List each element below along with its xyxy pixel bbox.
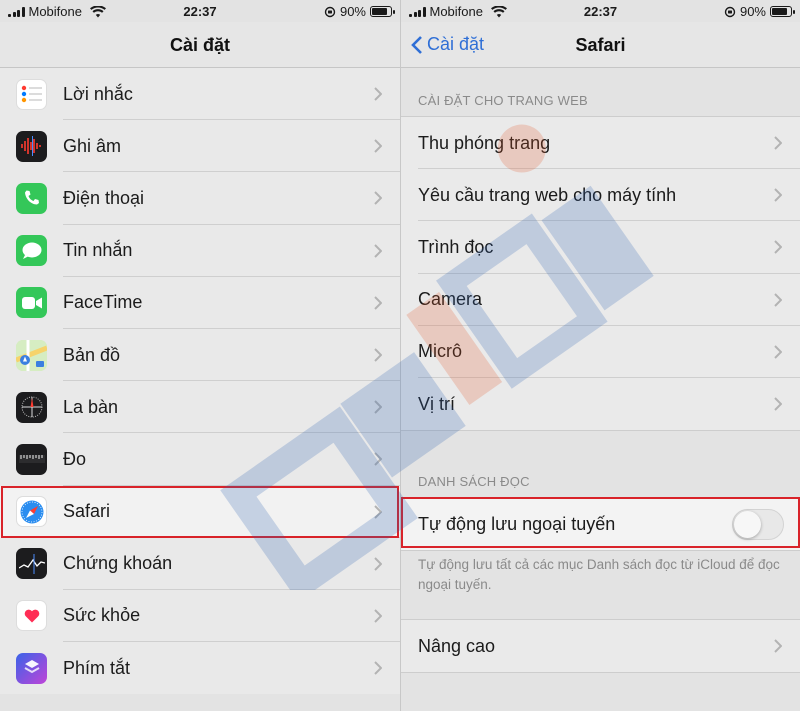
settings-item-phone[interactable]: Điện thoại	[0, 172, 400, 225]
setting-reader[interactable]: Trình đọc	[401, 221, 800, 274]
page-title: Safari	[575, 35, 626, 55]
chevron-right-icon	[374, 557, 382, 571]
settings-item-shortcuts[interactable]: Phím tắt	[0, 642, 400, 694]
chevron-right-icon	[774, 345, 782, 359]
status-right: 90%	[724, 4, 795, 19]
chevron-right-icon	[374, 296, 382, 310]
section-header-web-settings: CÀI ĐẶT CHO TRANG WEB	[418, 93, 588, 108]
stocks-icon	[16, 548, 47, 580]
settings-list: Lời nhắc Ghi âm Điện thoại Tin nhắn Face…	[0, 68, 400, 695]
setting-label: Thu phóng trang	[418, 132, 551, 153]
setting-location[interactable]: Vị trí	[401, 378, 800, 430]
measure-icon	[16, 443, 47, 475]
safari-settings-panel: Mobifone 22:37 90% Cài đặt Safari CÀI ĐẶ…	[400, 0, 800, 711]
settings-item-label: FaceTime	[63, 292, 143, 313]
chevron-right-icon	[374, 504, 382, 519]
settings-item-health[interactable]: Sức khỏe	[0, 590, 400, 643]
chevron-right-icon	[374, 661, 382, 675]
safari-icon	[16, 496, 47, 528]
chevron-right-icon	[374, 191, 382, 206]
settings-item-label: Tin nhắn	[63, 240, 133, 261]
status-right: 90%	[324, 4, 395, 19]
auto-save-offline-toggle[interactable]	[732, 508, 784, 540]
setting-advanced[interactable]: Nâng cao	[401, 620, 800, 672]
chevron-right-icon	[374, 609, 382, 623]
settings-item-stocks[interactable]: Chứng khoán	[0, 538, 400, 590]
nav-bar: Cài đặt Safari	[401, 22, 800, 68]
settings-item-label: Lời nhắc	[63, 83, 133, 104]
chevron-right-icon	[374, 452, 382, 467]
settings-item-label: Đo	[63, 448, 87, 469]
chevron-right-icon	[374, 87, 382, 101]
web-settings-group: Thu phóng trang Yêu cầu trang web cho má…	[401, 116, 800, 432]
messages-icon	[16, 235, 47, 267]
status-bar: Mobifone 22:37 90%	[401, 0, 800, 22]
phone-icon	[16, 182, 47, 214]
setting-label: Vị trí	[418, 393, 456, 414]
settings-item-compass[interactable]: La bàn	[0, 381, 400, 434]
setting-label: Trình đọc	[418, 236, 494, 257]
chevron-right-icon	[374, 348, 382, 362]
chevron-right-icon	[774, 136, 782, 150]
settings-item-safari[interactable]: Safari	[0, 485, 400, 538]
settings-item-measure[interactable]: Đo	[0, 433, 400, 486]
reminders-icon	[16, 78, 47, 110]
battery-percent: 90%	[739, 4, 766, 19]
facetime-icon	[16, 287, 47, 319]
settings-item-label: Ghi âm	[63, 135, 122, 156]
voice-memos-icon	[16, 130, 47, 162]
setting-label: Nâng cao	[418, 635, 496, 656]
settings-item-facetime[interactable]: FaceTime	[0, 277, 400, 329]
setting-label: Yêu cầu trang web cho máy tính	[418, 184, 677, 205]
setting-camera[interactable]: Camera	[401, 274, 800, 326]
settings-panel: Mobifone 22:37 90% Cài đặt Lời nhắc Ghi …	[0, 0, 400, 711]
setting-label: Tự động lưu ngoại tuyến	[418, 513, 616, 534]
setting-microphone[interactable]: Micrô	[401, 326, 800, 378]
battery-percent: 90%	[339, 4, 366, 19]
toggle-knob	[734, 510, 761, 538]
orientation-lock-icon	[324, 6, 336, 17]
chevron-right-icon	[374, 400, 382, 414]
reading-list-footer-note: Tự động lưu tất cả các mục Danh sách đọc…	[418, 557, 780, 592]
maps-icon	[16, 339, 47, 371]
chevron-right-icon	[774, 397, 782, 411]
setting-page-zoom[interactable]: Thu phóng trang	[401, 117, 800, 170]
compass-icon	[16, 391, 47, 423]
chevron-right-icon	[774, 292, 782, 307]
setting-auto-save-offline: Tự động lưu ngoại tuyến	[401, 498, 800, 551]
setting-request-desktop-site[interactable]: Yêu cầu trang web cho máy tính	[401, 169, 800, 222]
status-bar: Mobifone 22:37 90%	[0, 0, 400, 22]
chevron-right-icon	[774, 188, 782, 202]
screens: Mobifone 22:37 90% Cài đặt Lời nhắc Ghi …	[0, 0, 800, 711]
chevron-right-icon	[374, 139, 382, 153]
page-title: Cài đặt	[169, 35, 230, 55]
settings-item-maps[interactable]: Bản đồ	[0, 329, 400, 382]
settings-item-label: Bản đồ	[63, 344, 121, 365]
advanced-group: Nâng cao	[401, 619, 800, 674]
battery-icon	[370, 6, 395, 17]
settings-item-reminders[interactable]: Lời nhắc	[0, 68, 400, 121]
settings-item-label: Phím tắt	[63, 657, 131, 678]
settings-item-label: Chứng khoán	[63, 553, 173, 574]
battery-icon	[770, 6, 795, 17]
health-icon	[16, 600, 47, 632]
chevron-right-icon	[374, 243, 382, 258]
shortcuts-icon	[16, 652, 47, 684]
section-header-reading-list: DANH SÁCH ĐỌC	[418, 474, 530, 489]
settings-item-label: Điện thoại	[63, 187, 145, 208]
nav-bar: Cài đặt	[0, 22, 400, 68]
chevron-right-icon	[774, 240, 782, 255]
setting-label: Micrô	[418, 341, 462, 362]
settings-item-label: La bàn	[63, 396, 119, 417]
reading-list-group: Tự động lưu ngoại tuyến	[401, 497, 800, 552]
settings-item-messages[interactable]: Tin nhắn	[0, 225, 400, 277]
setting-label: Camera	[418, 289, 483, 310]
orientation-lock-icon	[724, 6, 736, 17]
settings-item-label: Safari	[63, 501, 111, 522]
settings-item-voice-memos[interactable]: Ghi âm	[0, 120, 400, 173]
settings-item-label: Sức khỏe	[63, 605, 141, 626]
chevron-right-icon	[774, 639, 782, 653]
